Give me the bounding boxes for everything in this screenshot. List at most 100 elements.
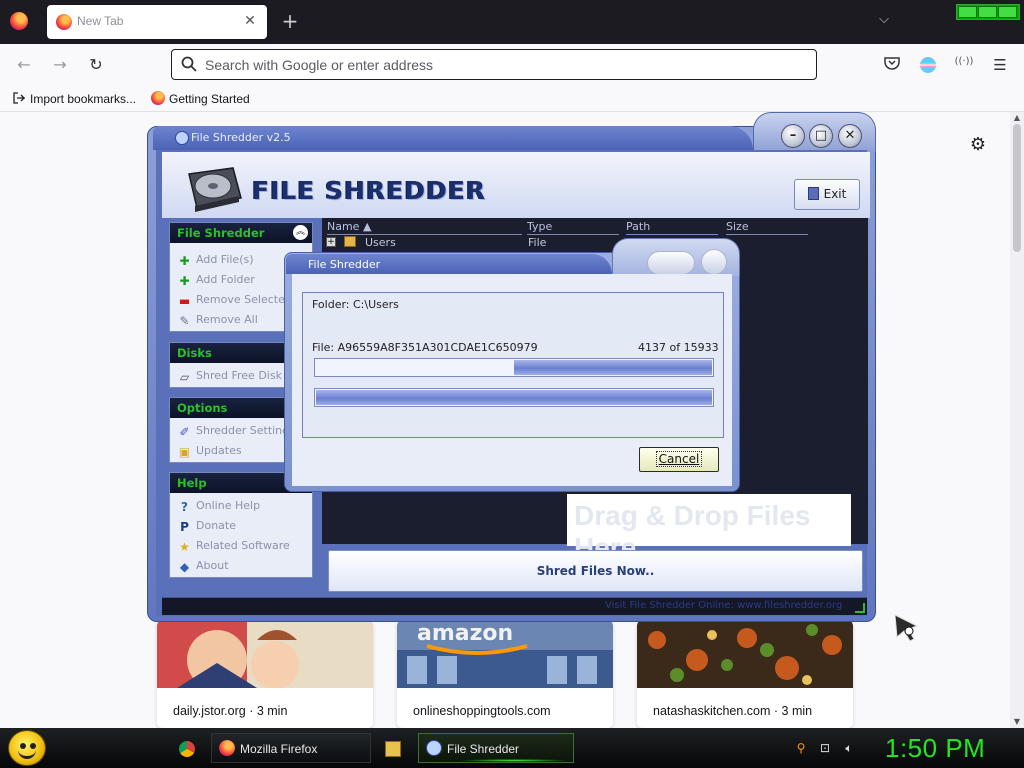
firefox-icon (219, 740, 235, 756)
donate-item[interactable]: P Donate (178, 519, 236, 534)
back-icon[interactable]: ← (12, 54, 36, 76)
exit-button[interactable]: Exit (794, 179, 860, 210)
file-counter: 4137 of 15933 (638, 341, 719, 354)
related-software-item[interactable]: ★ Related Software (178, 539, 290, 554)
item-label: Online Help (196, 499, 261, 512)
list-header: Name ▲ Type Path Size (322, 218, 868, 235)
add-folder-item[interactable]: ✚ Add Folder (178, 273, 254, 288)
search-icon (181, 56, 197, 72)
bookmark-getting-started[interactable]: Getting Started (151, 91, 250, 106)
file-progress-fill (514, 360, 712, 375)
page-scrollbar[interactable]: ▲ ▼ (1010, 112, 1024, 728)
updates-icon: ▣ (178, 445, 191, 459)
item-label: Add File(s) (196, 253, 254, 266)
taskbar-clock[interactable]: 1:50 PM (885, 733, 985, 764)
status-bar: Visit File Shredder Online: www.fileshre… (162, 597, 867, 615)
story-card-jstor[interactable]: daily.jstor.org · 3 min (157, 620, 373, 728)
story-label: onlineshoppingtools.com (413, 704, 551, 718)
reload-icon[interactable]: ↻ (84, 54, 108, 76)
item-label: Related Software (196, 539, 290, 552)
bookmark-import[interactable]: Import bookmarks... (12, 91, 136, 106)
firefox-view-icon[interactable] (10, 12, 28, 30)
exit-door-icon (807, 187, 819, 200)
eraser-icon: ✎ (179, 314, 190, 328)
status-link[interactable]: Visit File Shredder Online: www.fileshre… (605, 600, 842, 611)
dialog-close-icon[interactable] (701, 249, 727, 275)
add-files-item[interactable]: ✚ Add File(s) (178, 253, 254, 268)
tab-title: New Tab (77, 14, 124, 28)
item-label: Remove Selected (196, 293, 292, 306)
story-card-onlineshopping[interactable]: amazon onlineshoppingtools.com (397, 620, 613, 728)
story-label: daily.jstor.org · 3 min (173, 704, 288, 718)
shredder-app-icon (426, 740, 442, 756)
paypal-icon: P (180, 520, 189, 534)
search-icon[interactable]: ⚲ (793, 740, 809, 756)
file-label: File: A96559A8F351A301CDAE1C6509797BB75 (312, 341, 538, 354)
overall-progress-bar (314, 388, 714, 407)
remove-all-item[interactable]: ✎ Remove All (178, 313, 258, 328)
column-path[interactable]: Path (626, 220, 718, 235)
window-controls: – □ ✕ (753, 112, 876, 152)
taskbar-item-label: File Shredder (447, 742, 520, 756)
cancel-button[interactable]: Cancel (639, 447, 719, 472)
bookmark-import-label: Import bookmarks... (30, 92, 137, 106)
info-icon: ◆ (179, 560, 190, 574)
chrome-icon[interactable] (179, 741, 195, 757)
shredding-progress-dialog: File Shredder Folder: C:\Users File: A96… (284, 238, 740, 492)
item-label: Shredder Settings (196, 424, 295, 437)
bookmark-getting-started-label: Getting Started (169, 92, 250, 106)
dialog-title: File Shredder (308, 258, 381, 271)
menu-icon[interactable]: ☰ (990, 56, 1010, 74)
shred-free-disk-item[interactable]: ▱ Shred Free Disk Sp (178, 369, 300, 384)
file-explorer-icon[interactable] (385, 741, 401, 757)
firefox-icon (56, 14, 72, 30)
remove-selected-item[interactable]: ▬ Remove Selected (178, 293, 292, 308)
volume-icon[interactable]: 🔈︎ (841, 740, 857, 756)
close-tab-icon[interactable]: ✕ (241, 11, 259, 31)
minimize-icon[interactable]: – (781, 124, 805, 148)
firefox-icon (151, 91, 165, 105)
shredder-settings-item[interactable]: ✐ Shredder Settings (178, 424, 295, 439)
scroll-thumb[interactable] (1013, 124, 1021, 252)
new-tab-button[interactable]: + (280, 10, 300, 32)
bookmarks-bar: Import bookmarks... Getting Started (0, 86, 1024, 112)
shredder-app-icon (175, 131, 189, 145)
about-item[interactable]: ◆ About (178, 559, 229, 574)
online-help-item[interactable]: ? Online Help (178, 499, 260, 514)
dialog-minimize-icon[interactable] (647, 251, 695, 275)
taskbar-item-firefox[interactable]: Mozilla Firefox (211, 733, 371, 763)
add-icon: ✚ (179, 274, 190, 288)
story-card-natashaskitchen[interactable]: natashaskitchen.com · 3 min (637, 620, 853, 728)
scroll-down-icon[interactable]: ▼ (1010, 716, 1024, 728)
taskbar-item-label: Mozilla Firefox (240, 742, 318, 756)
navigation-bar: ← → ↻ Search with Google or enter addres… (0, 44, 1024, 86)
list-all-tabs-icon[interactable]: ⌵ (874, 12, 894, 30)
resize-grip-icon[interactable] (855, 603, 865, 613)
start-button-smiley-icon[interactable] (8, 730, 46, 766)
address-placeholder: Search with Google or enter address (205, 57, 434, 73)
forward-icon[interactable]: → (48, 54, 72, 76)
overall-progress-fill (316, 390, 712, 405)
pocket-icon[interactable] (882, 56, 902, 74)
hard-disk-icon (188, 167, 242, 212)
app-brand: FILE SHREDDER (252, 176, 487, 205)
shred-files-button[interactable]: Shred Files Now.. (328, 550, 863, 592)
column-type[interactable]: Type (527, 220, 619, 235)
network-icon[interactable]: ⊡ (817, 740, 833, 756)
extension-icon[interactable]: ((·)) (954, 56, 974, 74)
star-icon: ★ (179, 540, 190, 554)
updates-item[interactable]: ▣ Updates (178, 444, 242, 459)
column-label: Name (327, 220, 360, 233)
column-size[interactable]: Size (726, 220, 808, 235)
svg-text:amazon: amazon (417, 621, 513, 646)
maximize-icon[interactable]: □ (809, 124, 833, 148)
settings-gear-icon[interactable]: ⚙ (968, 135, 988, 155)
address-bar[interactable]: Search with Google or enter address (171, 49, 817, 80)
scroll-up-icon[interactable]: ▲ (1010, 112, 1024, 124)
close-icon[interactable]: ✕ (838, 124, 862, 148)
column-name[interactable]: Name ▲ (327, 220, 522, 235)
item-label: Remove All (196, 313, 258, 326)
exit-label: Exit (823, 187, 847, 201)
account-icon[interactable] (918, 56, 938, 74)
tab-new-tab[interactable]: New Tab ✕ (47, 5, 267, 39)
